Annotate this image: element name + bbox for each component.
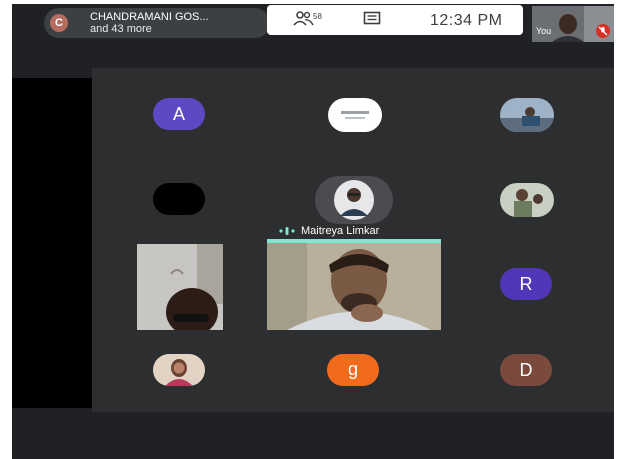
speaker-avatar[interactable] — [315, 176, 393, 224]
participant-avatar-r[interactable]: R — [500, 268, 552, 300]
participant-avatar-dark[interactable] — [153, 183, 205, 215]
participant-avatar-photo-3[interactable] — [153, 354, 205, 386]
top-bar: C CHANDRAMANI GOS... and 43 more 58 12:3… — [12, 4, 614, 44]
participant-video-frame — [137, 244, 223, 330]
logo-badge-icon — [341, 111, 369, 119]
presenter-avatar: C — [50, 14, 68, 32]
participant-avatar-d[interactable]: D — [500, 354, 552, 386]
participant-avatar-photo-1[interactable] — [500, 98, 554, 132]
profile-photo — [153, 354, 205, 386]
meeting-clock: 12:34 PM — [430, 12, 503, 29]
chat-icon — [363, 11, 381, 25]
participant-avatar-photo-2[interactable] — [500, 183, 554, 217]
meeting-controls: 58 12:34 PM — [267, 5, 523, 35]
self-label: You — [536, 26, 552, 36]
participant-count: 58 — [313, 12, 322, 21]
presenter-chip[interactable]: C CHANDRAMANI GOS... and 43 more — [44, 8, 270, 38]
speaker-name: Maitreya Limkar — [301, 225, 380, 237]
active-speaker-video-frame — [267, 243, 441, 330]
participant-avatar-logo[interactable] — [328, 98, 382, 132]
presenter-more-count: and 43 more — [90, 23, 152, 35]
participant-grid: A Maitreya Limkar R g D — [92, 68, 614, 412]
chat-button[interactable] — [363, 11, 383, 29]
self-view-tile[interactable]: You — [532, 6, 614, 42]
participant-avatar-g[interactable]: g — [327, 354, 379, 386]
profile-photo — [500, 98, 554, 132]
speaking-indicator-icon — [279, 227, 295, 235]
profile-photo — [500, 183, 554, 217]
speaker-profile-photo — [334, 180, 374, 220]
participant-video-tile-1[interactable] — [137, 244, 223, 330]
active-speaker-video-tile[interactable] — [267, 239, 441, 330]
people-icon — [293, 11, 314, 26]
presenter-name: CHANDRAMANI GOS... — [90, 11, 209, 23]
participant-avatar-a[interactable]: A — [153, 98, 205, 130]
people-button[interactable]: 58 — [293, 10, 333, 32]
left-shared-panel — [12, 78, 92, 408]
meeting-screen: C CHANDRAMANI GOS... and 43 more 58 12:3… — [12, 4, 614, 459]
mic-off-icon — [596, 24, 610, 38]
